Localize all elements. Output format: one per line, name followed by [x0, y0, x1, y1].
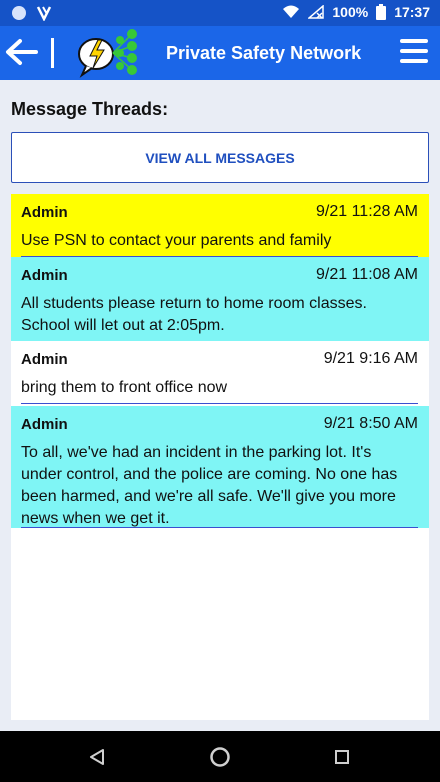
appbar-divider — [51, 38, 54, 68]
page-title: Message Threads: — [11, 99, 169, 119]
wifi-icon — [283, 5, 300, 18]
system-navigation-bar — [0, 731, 440, 782]
no-signal-icon — [308, 5, 325, 19]
notification-dot-icon — [12, 6, 26, 20]
thread-item[interactable]: Admin 9/21 9:16 AM bring them to front o… — [11, 341, 429, 404]
status-bar: 100% 17:37 — [0, 0, 440, 26]
hamburger-menu-icon[interactable] — [400, 39, 428, 65]
app-notification-icon — [36, 6, 52, 21]
thread-sender: Admin — [21, 416, 68, 433]
main-content: Message Threads: VIEW ALL MESSAGES Admin… — [0, 80, 440, 731]
thread-message: To all, we've had an incident in the par… — [21, 444, 398, 527]
thread-time: 9/21 8:50 AM — [323, 415, 418, 432]
view-all-messages-button[interactable]: VIEW ALL MESSAGES — [11, 132, 429, 183]
app-bar: Private Safety Network — [0, 26, 440, 80]
back-triangle-icon[interactable] — [88, 748, 106, 766]
thread-time: 9/21 9:16 AM — [323, 350, 418, 367]
thread-divider — [21, 403, 418, 404]
psn-logo-icon — [78, 29, 137, 78]
back-arrow-icon[interactable] — [2, 32, 42, 72]
home-circle-icon[interactable] — [209, 746, 231, 768]
thread-sender: Admin — [21, 351, 68, 368]
thread-message: Use PSN to contact your parents and fami… — [21, 232, 332, 249]
battery-icon — [376, 4, 387, 20]
thread-sender: Admin — [21, 267, 68, 284]
thread-message: bring them to front office now — [21, 379, 228, 396]
recents-square-icon[interactable] — [334, 749, 350, 765]
thread-item[interactable]: Admin 9/21 8:50 AM To all, we've had an … — [11, 406, 429, 528]
message-thread-list: Admin 9/21 11:28 AM Use PSN to contact y… — [11, 194, 429, 720]
thread-sender: Admin — [21, 204, 68, 221]
thread-time: 9/21 11:08 AM — [316, 266, 418, 283]
clock: 17:37 — [394, 4, 430, 20]
thread-item[interactable]: Admin 9/21 11:28 AM Use PSN to contact y… — [11, 194, 429, 257]
thread-time: 9/21 11:28 AM — [316, 203, 418, 220]
battery-percent: 100% — [332, 4, 369, 20]
thread-divider — [21, 527, 418, 528]
thread-item[interactable]: Admin 9/21 11:08 AM All students please … — [11, 257, 429, 341]
thread-message: All students please return to home room … — [21, 295, 367, 334]
app-title: Private Safety Network — [166, 43, 362, 63]
